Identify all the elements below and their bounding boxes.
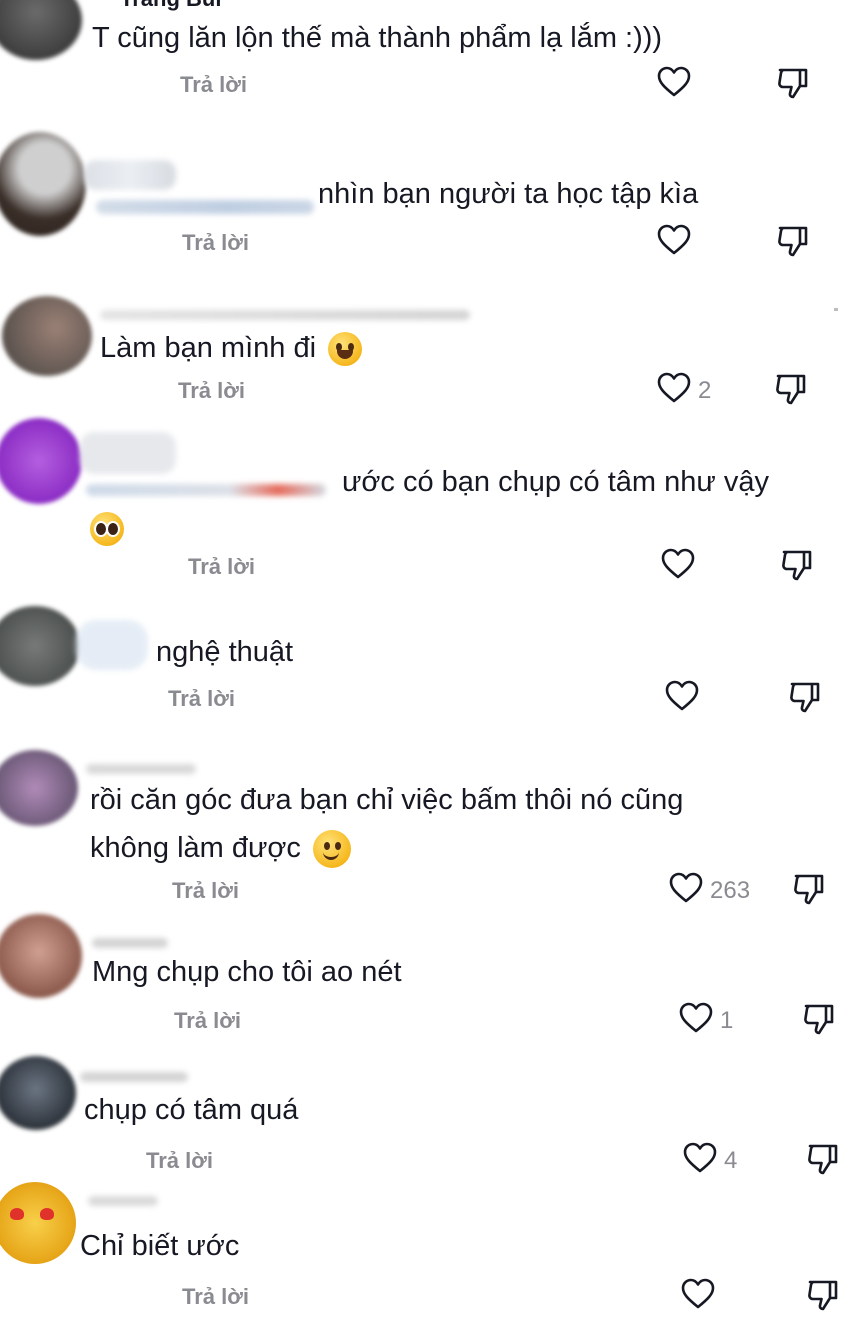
comment-text: Chỉ biết ước xyxy=(80,1230,240,1262)
heart-icon xyxy=(678,1002,714,1039)
slightly-smiling-face-icon xyxy=(312,830,351,869)
comment-item: Trang Bui T cũng lăn lộn thế mà thành ph… xyxy=(0,0,860,110)
thumbs-down-icon xyxy=(774,374,808,410)
comment-text: không làm được xyxy=(90,824,351,872)
dislike-button[interactable] xyxy=(776,66,810,105)
comment-text: nghệ thuật xyxy=(156,636,294,668)
like-button[interactable]: 4 xyxy=(682,1142,737,1179)
thumbs-down-icon xyxy=(806,1280,840,1316)
heart-icon xyxy=(660,548,696,585)
heart-icon xyxy=(656,372,692,409)
author-name-blurred[interactable] xyxy=(80,1072,188,1082)
reply-button[interactable]: Trả lời xyxy=(182,230,249,256)
author-name-blurred[interactable] xyxy=(100,310,470,320)
comment-text-content: Làm bạn mình đi xyxy=(100,332,317,364)
like-button[interactable] xyxy=(680,1278,716,1315)
avatar[interactable] xyxy=(0,750,78,826)
comment-text-emoji xyxy=(90,504,124,552)
heart-icon xyxy=(656,66,692,103)
author-name-blurred[interactable] xyxy=(76,620,148,670)
scroll-indicator xyxy=(834,308,838,311)
dislike-button[interactable] xyxy=(780,548,814,587)
author-name-blurred[interactable] xyxy=(86,484,326,496)
like-button[interactable] xyxy=(656,224,692,261)
dislike-button[interactable] xyxy=(806,1278,840,1317)
thumbs-down-icon xyxy=(802,1004,836,1040)
avatar[interactable] xyxy=(0,0,82,60)
like-button[interactable]: 263 xyxy=(668,872,750,909)
dislike-button[interactable] xyxy=(788,680,822,719)
comment-item: nghệ thuật Trả lời xyxy=(0,596,860,726)
like-button[interactable]: 2 xyxy=(656,372,711,409)
reply-button[interactable]: Trả lời xyxy=(168,686,235,712)
comment-author[interactable]: Trang Bui xyxy=(120,0,221,12)
comment-item: ước có bạn chụp có tâm như vậy Trả lời xyxy=(0,410,860,590)
avatar[interactable] xyxy=(0,418,82,504)
like-count: 263 xyxy=(710,876,751,904)
reply-button[interactable]: Trả lời xyxy=(172,878,239,904)
like-button[interactable] xyxy=(656,66,692,103)
thumbs-down-icon xyxy=(788,682,822,718)
comment-item: Mng chụp cho tôi ao nét Trả lời 1 xyxy=(0,906,860,1046)
heart-icon xyxy=(680,1278,716,1315)
like-count: 1 xyxy=(720,1006,734,1034)
comment-text: T cũng lăn lộn thế mà thành phẩm lạ lắm … xyxy=(92,22,663,54)
dislike-button[interactable] xyxy=(774,372,808,411)
reply-button[interactable]: Trả lời xyxy=(182,1284,249,1310)
author-name-blurred[interactable] xyxy=(92,938,168,948)
comment-text: chụp có tâm quá xyxy=(84,1094,299,1126)
author-name-blurred[interactable] xyxy=(86,764,196,774)
comment-text: rồi căn góc đưa bạn chỉ việc bấm thôi nó… xyxy=(90,784,684,816)
pleading-face-icon xyxy=(90,512,124,547)
comment-text-content: không làm được xyxy=(90,832,301,864)
author-name-blurred[interactable] xyxy=(96,200,314,214)
reply-button[interactable]: Trả lời xyxy=(188,554,255,580)
like-button[interactable] xyxy=(660,548,696,585)
heart-icon xyxy=(656,224,692,261)
reply-button[interactable]: Trả lời xyxy=(180,72,247,98)
avatar[interactable] xyxy=(0,606,80,686)
comment-item: chụp có tâm quá Trả lời 4 xyxy=(0,1044,860,1184)
heart-eyes-icon xyxy=(10,1208,24,1220)
like-button[interactable] xyxy=(664,680,700,717)
like-count: 2 xyxy=(698,376,712,404)
comment-item: Làm bạn mình đi Trả lời 2 xyxy=(0,286,860,406)
thumbs-down-icon xyxy=(776,68,810,104)
heart-icon xyxy=(664,680,700,717)
comment-text: nhìn bạn người ta học tập kìa xyxy=(318,178,699,210)
avatar[interactable] xyxy=(0,1182,76,1264)
heart-eyes-icon xyxy=(40,1208,54,1220)
dislike-button[interactable] xyxy=(776,224,810,263)
comment-text: ước có bạn chụp có tâm như vậy xyxy=(342,466,769,498)
avatar[interactable] xyxy=(0,132,86,236)
comment-text: Mng chụp cho tôi ao nét xyxy=(92,956,402,988)
reply-button[interactable]: Trả lời xyxy=(146,1148,213,1174)
thumbs-down-icon xyxy=(780,550,814,586)
author-name-blurred[interactable] xyxy=(88,1196,158,1206)
author-name-blurred[interactable] xyxy=(80,432,176,474)
avatar[interactable] xyxy=(0,914,82,998)
like-button[interactable]: 1 xyxy=(678,1002,733,1039)
reply-button[interactable]: Trả lời xyxy=(174,1008,241,1034)
comment-text: Làm bạn mình đi xyxy=(100,324,363,372)
avatar[interactable] xyxy=(2,296,92,376)
face-with-tears-of-joy-icon xyxy=(328,332,363,367)
thumbs-down-icon xyxy=(776,226,810,262)
heart-icon xyxy=(668,872,704,909)
like-count: 4 xyxy=(724,1146,738,1174)
comment-item: Chỉ biết ước Trả lời xyxy=(0,1176,860,1312)
comment-item: nhìn bạn người ta học tập kìa Trả lời xyxy=(0,120,860,280)
author-name-blurred[interactable] xyxy=(84,160,176,190)
comment-item: rồi căn góc đưa bạn chỉ việc bấm thôi nó… xyxy=(0,736,860,916)
avatar[interactable] xyxy=(0,1056,76,1130)
heart-icon xyxy=(682,1142,718,1179)
dislike-button[interactable] xyxy=(802,1002,836,1041)
reply-button[interactable]: Trả lời xyxy=(178,378,245,404)
